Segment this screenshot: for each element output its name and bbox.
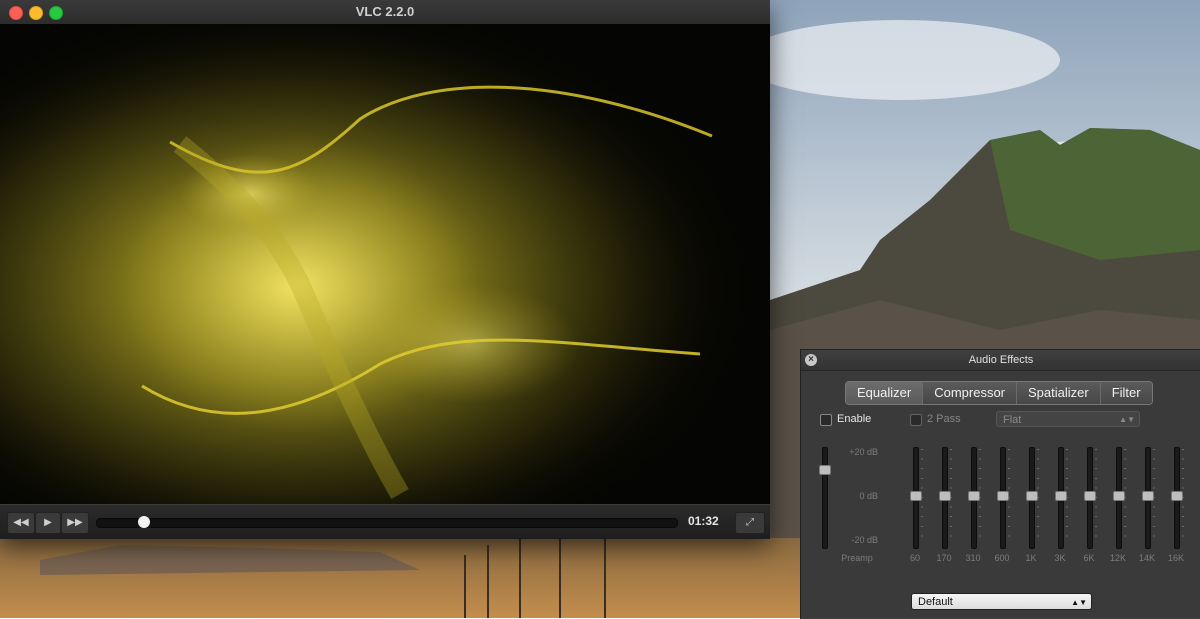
fast-forward-button[interactable]: ▶▶ [61,512,89,534]
audio-effects-titlebar[interactable]: × Audio Effects [801,350,1200,371]
band-frequency-label: 6K [1083,553,1095,563]
band-slider-thumb[interactable] [997,491,1009,501]
vlc-window: VLC 2.2.0 ◀◀ ▶ ▶▶ 01:32 ⤢ [0,0,770,539]
seek-knob[interactable] [138,516,150,528]
preamp-label: Preamp [841,553,873,563]
effects-tabs: Equalizer Compressor Spatializer Filter [845,381,1153,405]
panel-title: Audio Effects [968,354,1034,366]
audio-effects-panel: × Audio Effects Equalizer Compressor Spa… [800,349,1200,619]
db-label-max: +20 dB [849,447,878,457]
band-frequency-label: 1K [1025,553,1037,563]
band-frequency-label: 600 [994,553,1010,563]
video-area[interactable] [0,24,770,504]
profile-value: Default [918,596,953,608]
video-visualization [0,24,770,504]
band-frequency-label: 170 [936,553,952,563]
band-frequency-label: 16K [1167,553,1184,563]
tab-compressor[interactable]: Compressor [923,382,1017,404]
fullscreen-icon: ⤢ [746,517,754,528]
elapsed-time: 01:32 [688,514,719,528]
band-frequency-label: 14K [1138,553,1155,563]
band-slider-thumb[interactable] [1084,491,1096,501]
preset-value: Flat [1003,414,1022,426]
play-icon: ▶ [44,517,52,528]
band-frequency-label: 12K [1109,553,1126,563]
window-title: VLC 2.2.0 [355,4,415,19]
band-slider-thumb[interactable] [1055,491,1067,501]
two-pass-label: 2 Pass [927,413,961,425]
enable-label: Enable [837,413,872,425]
playback-controls: ◀◀ ▶ ▶▶ 01:32 ⤢ [0,504,770,539]
play-button[interactable]: ▶ [35,512,61,534]
band-frequency-label: 60 [909,553,920,563]
db-label-min: -20 dB [851,535,878,545]
rewind-icon: ◀◀ [13,517,29,528]
updown-arrows-icon: ▲▼ [1071,598,1087,607]
band-slider-thumb[interactable] [1171,491,1183,501]
equalizer-preset-select[interactable]: Flat ▲▼ [996,411,1140,427]
band-slider-thumb[interactable] [1026,491,1038,501]
band-slider-thumb[interactable] [1142,491,1154,501]
two-pass-checkbox[interactable] [910,414,922,426]
tab-equalizer[interactable]: Equalizer [846,382,924,404]
band-slider-thumb[interactable] [939,491,951,501]
profile-select[interactable]: Default ▲▼ [911,593,1092,610]
band-slider-thumb[interactable] [910,491,922,501]
tab-filter[interactable]: Filter [1100,382,1152,404]
band-slider-thumb[interactable] [1113,491,1125,501]
preamp-slider[interactable] [822,447,828,549]
vlc-titlebar[interactable]: VLC 2.2.0 [0,0,770,25]
enable-checkbox[interactable] [820,414,832,426]
band-frequency-label: 3K [1054,553,1066,563]
preamp-slider-thumb[interactable] [819,465,831,475]
fast-forward-icon: ▶▶ [67,517,83,528]
seek-bar[interactable] [96,516,678,528]
band-slider-thumb[interactable] [968,491,980,501]
band-frequency-label: 310 [965,553,981,563]
updown-arrows-icon: ▲▼ [1119,415,1135,424]
db-label-zero: 0 dB [859,491,878,501]
tab-spatializer[interactable]: Spatializer [1017,382,1101,404]
rewind-button[interactable]: ◀◀ [7,512,35,534]
fullscreen-button[interactable]: ⤢ [735,512,765,534]
